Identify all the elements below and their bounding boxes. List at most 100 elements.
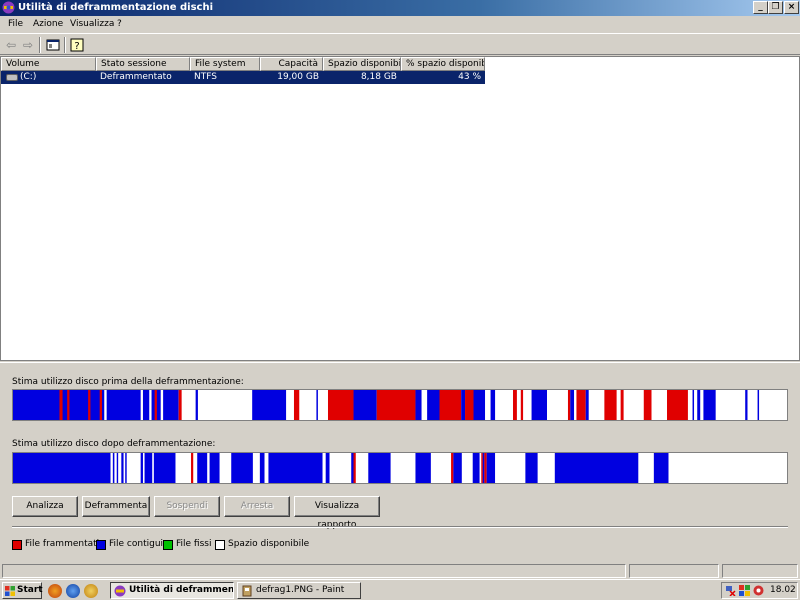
disk-map-segment-contiguous [653, 453, 669, 483]
menu-file[interactable]: File [8, 19, 23, 29]
task-defrag[interactable]: Utilità di deframment... [110, 582, 234, 599]
disk-map-segment-fragmented [439, 390, 462, 420]
disk-map-segment-free [390, 453, 416, 483]
column-capacity[interactable]: Capacità [260, 57, 323, 71]
console-tree-icon[interactable] [45, 37, 61, 53]
disk-map-segment-contiguous [692, 390, 695, 420]
disk-map-segment-contiguous [195, 390, 198, 420]
disk-map-segment-fragmented [667, 390, 688, 420]
legend-label: Spazio disponibile [228, 539, 310, 549]
defrag-app-icon [114, 585, 126, 597]
legend-swatch-contiguous [96, 540, 106, 550]
close-button[interactable]: × [784, 1, 799, 14]
view-report-button[interactable]: Visualizza rapporto [294, 496, 380, 530]
disk-map-segment-free [181, 390, 195, 420]
disk-map-segment-free [687, 390, 693, 420]
security-icon[interactable] [739, 585, 750, 596]
free-space: 8,18 GB [360, 72, 397, 82]
volume-row-c[interactable]: (C:) Deframmentato NTFS 19,00 GB 8,18 GB… [1, 71, 485, 84]
defragment-button[interactable]: Deframmenta [82, 496, 150, 517]
minimize-button[interactable]: _ [753, 1, 768, 14]
disk-map-segment-contiguous [268, 453, 323, 483]
column-file-system[interactable]: File system [190, 57, 260, 71]
disk-map-segment-contiguous [125, 453, 127, 483]
disk-map-segment-fragmented [376, 390, 416, 420]
disk-map-segment-fragmented [327, 390, 354, 420]
disk-map-segment-contiguous [525, 453, 538, 483]
menu-help[interactable]: ? [117, 19, 122, 29]
legend-label: File frammentati [25, 539, 100, 549]
start-button[interactable]: Start [2, 582, 43, 599]
column-volume[interactable]: Volume [1, 57, 96, 71]
stop-button[interactable]: Arresta [224, 496, 290, 517]
toolbar: ⇦ ⇨ ? [0, 33, 800, 55]
help-icon[interactable]: ? [69, 37, 85, 53]
volume-name: (C:) [20, 72, 37, 82]
disk-map-segment-contiguous [745, 390, 748, 420]
internet-explorer-icon[interactable] [66, 584, 80, 598]
disk-map-segment-contiguous [106, 390, 161, 420]
column-session-status[interactable]: Stato sessione [96, 57, 190, 71]
firefox-icon[interactable] [48, 584, 62, 598]
system-tray: 18.02 [721, 582, 798, 599]
capacity: 19,00 GB [277, 72, 319, 82]
free-space-percent: 43 % [458, 72, 481, 82]
paint-app-icon [242, 585, 252, 597]
disk-map-segment-free [616, 390, 621, 420]
disk-map-segment-contiguous [163, 390, 179, 420]
menu-visualizza[interactable]: Visualizza [70, 19, 114, 29]
disk-map-segment-free [152, 453, 154, 483]
disk-map-segment-free [149, 390, 152, 420]
after-map-label: Stima utilizzo disco dopo deframmentazio… [12, 439, 216, 449]
disk-map-segment-contiguous [116, 453, 119, 483]
disk-map-before [12, 389, 788, 421]
analyze-button[interactable]: Analizza [12, 496, 78, 517]
disk-map-segment-contiguous [209, 453, 220, 483]
disk-map-segment-contiguous [121, 453, 124, 483]
disk-map-segment-fragmented [643, 390, 652, 420]
disk-map-segment-free [495, 453, 526, 483]
disk-map-segment-contiguous [453, 453, 462, 483]
menu-azione[interactable]: Azione [33, 19, 63, 29]
disk-map-segment-fragmented [191, 453, 194, 483]
disk-map-segment-free [207, 453, 210, 483]
disk-map-segment-free [110, 453, 113, 483]
disk-map-segment-free [694, 390, 698, 420]
disk-map-segment-fragmented [567, 390, 571, 420]
disk-map-segment-contiguous [325, 453, 330, 483]
quicklaunch-app-icon[interactable] [84, 584, 98, 598]
disk-map-segment-fragmented [620, 390, 624, 420]
disk-map-segment-free [574, 390, 577, 420]
disk-map-segment-free [638, 453, 654, 483]
task-paint[interactable]: defrag1.PNG - Paint [237, 582, 361, 599]
forward-arrow-icon[interactable]: ⇨ [20, 37, 36, 53]
disk-map-segment-free [175, 453, 192, 483]
task-label: defrag1.PNG - Paint [256, 585, 345, 595]
defrag-app-icon [2, 1, 15, 14]
back-arrow-icon[interactable]: ⇦ [3, 37, 19, 53]
task-label: Utilità di deframment... [129, 585, 234, 595]
windows-logo-icon [5, 586, 15, 596]
column-free-space-percent[interactable]: % spazio disponibile [401, 57, 485, 71]
antivirus-icon[interactable] [753, 585, 764, 596]
list-header: Volume Stato sessione File system Capaci… [1, 57, 800, 71]
disk-map-segment-free [160, 390, 164, 420]
disk-map-segment-free [264, 453, 269, 483]
disk-map-segment-fragmented [293, 390, 300, 420]
disk-map-segment-contiguous [13, 453, 111, 483]
network-icon[interactable] [725, 585, 736, 596]
disk-map-segment-free [461, 453, 473, 483]
column-free-space[interactable]: Spazio disponibile [323, 57, 401, 71]
volume-list[interactable]: Volume Stato sessione File system Capaci… [0, 56, 800, 361]
pause-button[interactable]: Sospendi [154, 496, 220, 517]
title-bar[interactable]: Utilità di deframmentazione dischi _ ❐ × [0, 0, 800, 16]
disk-map-segment-free [118, 453, 122, 483]
disk-map-segment-free [329, 453, 352, 483]
disk-map-segment-free [547, 390, 568, 420]
window-title: Utilità di deframmentazione dischi [18, 2, 214, 13]
restore-button[interactable]: ❐ [768, 1, 783, 14]
disk-map-segment-free [759, 390, 787, 420]
taskbar: Start Utilità di deframment... defrag1.P… [0, 579, 800, 600]
status-panel-3 [722, 564, 798, 578]
legend-swatch-fragmented [12, 540, 22, 550]
